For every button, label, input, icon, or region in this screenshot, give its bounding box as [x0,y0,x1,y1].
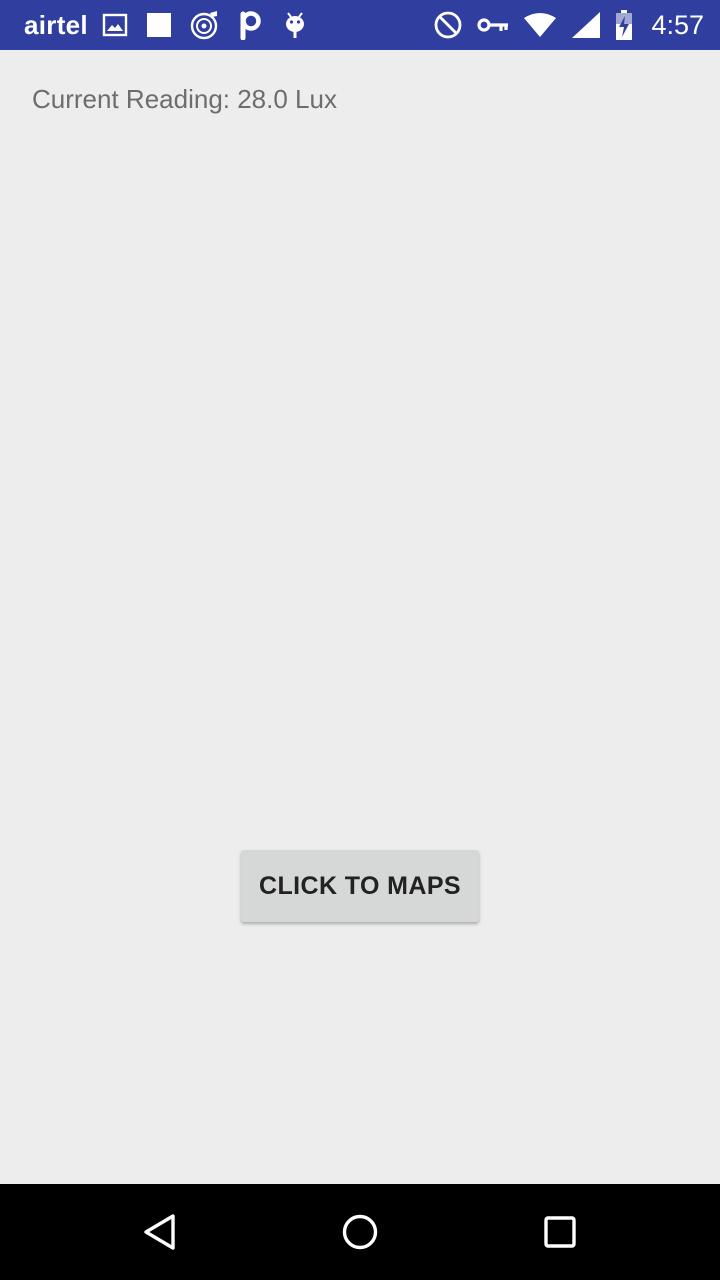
music-disc-icon [190,10,220,40]
battery-charging-icon [615,10,633,40]
status-bar-right: 4:57 [433,0,704,50]
recents-button[interactable] [536,1208,584,1256]
carrier-name: airtel [24,9,88,40]
status-bar-left: airtel [24,0,326,50]
square-notification-icon [146,10,172,40]
clock: 4:57 [651,9,704,40]
back-icon [144,1214,175,1250]
android-debug-icon [282,10,308,40]
home-icon [342,1214,378,1250]
image-notification-icon [102,10,128,40]
recents-icon [544,1216,576,1248]
status-bar: airtel 4:57 [0,0,720,50]
navigation-bar [0,1184,720,1280]
cell-signal-icon [571,10,601,40]
app-screen: airtel 4:57 Current Reading: 28.0 Lux CL… [0,0,720,1280]
wifi-icon [523,10,557,40]
do-not-disturb-icon [433,10,463,40]
home-button[interactable] [336,1208,384,1256]
vpn-key-icon [477,10,509,40]
p-app-icon [238,10,264,40]
back-button[interactable] [136,1208,184,1256]
current-reading-text: Current Reading: 28.0 Lux [32,84,337,114]
click-to-maps-button[interactable]: CLICK TO MAPS [241,850,479,922]
